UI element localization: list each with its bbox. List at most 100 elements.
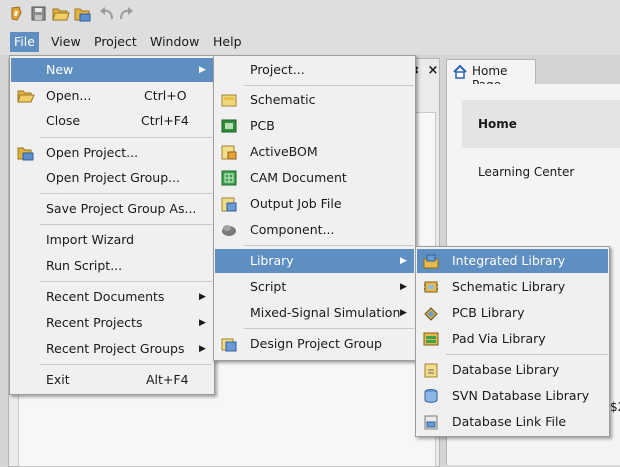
menu-item-design-project-group-label: Design Project Group [250, 336, 382, 351]
menu-item-component-label: Component... [250, 222, 335, 237]
nav-learning-center[interactable]: Learning Center [478, 165, 574, 179]
menu-item-save-project-group-as[interactable]: Save Project Group As... [11, 197, 213, 221]
menu-separator [40, 137, 212, 138]
menu-item-new-label: New [46, 62, 74, 77]
menu-item-pcb-library[interactable]: PCB Library [417, 301, 608, 325]
menu-item-recent-project-groups-label: Recent Project Groups [46, 341, 185, 356]
redo-icon[interactable] [118, 5, 136, 23]
menu-item-mixed-signal-simulation-label: Mixed-Signal Simulation [250, 305, 401, 320]
submenu-arrow-icon: ▶ [199, 65, 206, 75]
menu-separator [244, 245, 414, 246]
menu-view-label: View [51, 34, 81, 49]
menu-item-svn-database-library-label: SVN Database Library [452, 388, 590, 403]
clipped-price-text: $2 [610, 400, 620, 414]
cam-document-icon [221, 170, 237, 186]
menu-item-pcb[interactable]: PCB [215, 114, 414, 138]
menu-item-svn-database-library[interactable]: SVN Database Library [417, 384, 608, 408]
menu-item-save-project-group-as-label: Save Project Group As... [46, 201, 197, 216]
menu-item-design-project-group[interactable]: Design Project Group [215, 332, 414, 356]
menu-window-label: Window [150, 34, 200, 49]
menu-item-schematic-library[interactable]: Schematic Library [417, 275, 608, 299]
menu-item-recent-documents[interactable]: Recent Documents ▶ [11, 285, 213, 309]
menu-item-cam-document[interactable]: CAM Document [215, 166, 414, 190]
menu-item-activebom[interactable]: ActiveBOM [215, 140, 414, 164]
menu-window[interactable]: Window [146, 32, 203, 52]
activebom-icon [221, 145, 237, 160]
menu-project[interactable]: Project [90, 32, 141, 52]
menu-item-pad-via-library-label: Pad Via Library [452, 331, 546, 346]
menu-item-cam-document-label: CAM Document [250, 170, 347, 185]
menu-item-component[interactable]: Component... [215, 218, 414, 242]
menu-item-open-project-group-label: Open Project Group... [46, 170, 181, 185]
menu-item-open-project-label: Open Project... [46, 145, 139, 160]
save-all-icon[interactable] [30, 5, 48, 23]
menu-item-recent-projects-label: Recent Projects [46, 315, 143, 330]
menu-item-database-link-file-label: Database Link File [452, 414, 567, 429]
menu-item-script[interactable]: Script ▶ [215, 275, 414, 299]
menu-item-pad-via-library[interactable]: Pad Via Library [417, 327, 608, 351]
menu-item-database-link-file[interactable]: Database Link File [417, 410, 608, 434]
menu-view[interactable]: View [47, 32, 85, 52]
pcb-library-icon [424, 307, 438, 321]
menu-item-close[interactable]: Close Ctrl+F4 [11, 109, 213, 133]
menu-help[interactable]: Help [209, 32, 246, 52]
menu-separator [40, 364, 212, 365]
menu-file[interactable]: File [10, 32, 39, 52]
menu-item-database-library-label: Database Library [452, 362, 560, 377]
nav-home-label: Home [478, 117, 517, 131]
menu-item-run-script[interactable]: Run Script... [11, 254, 213, 278]
menu-item-open-shortcut: Ctrl+O [144, 88, 187, 103]
menu-item-open-project[interactable]: Open Project... [11, 141, 213, 165]
integrated-library-icon [423, 254, 439, 269]
menu-item-library[interactable]: Library ▶ [215, 249, 414, 273]
schematic-doc-icon [221, 94, 237, 107]
nav-home[interactable]: Home [462, 100, 620, 148]
menu-item-schematic[interactable]: Schematic [215, 88, 414, 112]
undo-icon[interactable] [98, 5, 116, 23]
output-job-icon [221, 197, 237, 212]
menu-separator [40, 281, 212, 282]
menu-separator [40, 193, 212, 194]
menu-item-exit-label: Exit [46, 372, 70, 387]
menu-item-schematic-label: Schematic [250, 92, 316, 107]
menu-file-label: File [14, 34, 35, 49]
menu-item-activebom-label: ActiveBOM [250, 144, 318, 159]
menu-item-output-job-file[interactable]: Output Job File [215, 192, 414, 216]
menu-item-pcb-label: PCB [250, 118, 275, 133]
menu-item-project-label: Project... [250, 62, 305, 77]
menu-item-script-label: Script [250, 279, 287, 294]
submenu-arrow-icon: ▶ [199, 292, 206, 302]
house-icon [453, 64, 467, 79]
menu-item-recent-project-groups[interactable]: Recent Project Groups ▶ [11, 337, 213, 361]
menu-item-close-shortcut: Ctrl+F4 [141, 113, 189, 128]
pad-via-library-icon [423, 332, 439, 346]
menu-item-open[interactable]: Open... Ctrl+O [11, 84, 213, 108]
tab-home-page[interactable]: Home Page [446, 59, 536, 92]
menu-item-pcb-library-label: PCB Library [452, 305, 525, 320]
menu-item-recent-documents-label: Recent Documents [46, 289, 165, 304]
submenu-arrow-icon: ▶ [199, 344, 206, 354]
menu-item-new[interactable]: New ▶ [11, 58, 213, 82]
project-group-icon [221, 338, 237, 352]
submenu-arrow-icon: ▶ [400, 282, 407, 292]
close-panel-icon[interactable]: × [426, 62, 440, 80]
open-project-icon[interactable] [74, 5, 92, 23]
menu-item-library-label: Library [250, 253, 294, 268]
menu-item-import-wizard-label: Import Wizard [46, 232, 135, 247]
menu-item-exit-shortcut: Alt+F4 [146, 372, 189, 387]
pcb-doc-icon [221, 119, 237, 133]
schematic-library-icon [424, 281, 438, 293]
menu-item-database-library[interactable]: Database Library [417, 358, 608, 382]
menu-item-project[interactable]: Project... [215, 58, 414, 82]
open-folder-icon[interactable] [52, 5, 70, 23]
svn-database-library-icon [424, 389, 438, 403]
menu-separator [244, 328, 414, 329]
menu-item-mixed-signal-simulation[interactable]: Mixed-Signal Simulation ▶ [215, 301, 414, 325]
menu-item-open-project-group[interactable]: Open Project Group... [11, 166, 213, 190]
menu-item-exit[interactable]: Exit Alt+F4 [11, 368, 213, 392]
menu-bar: File View Project Window Help [0, 28, 620, 55]
menu-project-label: Project [94, 34, 137, 49]
menu-item-import-wizard[interactable]: Import Wizard [11, 228, 213, 252]
menu-item-recent-projects[interactable]: Recent Projects ▶ [11, 311, 213, 335]
menu-item-integrated-library[interactable]: Integrated Library [417, 249, 608, 273]
